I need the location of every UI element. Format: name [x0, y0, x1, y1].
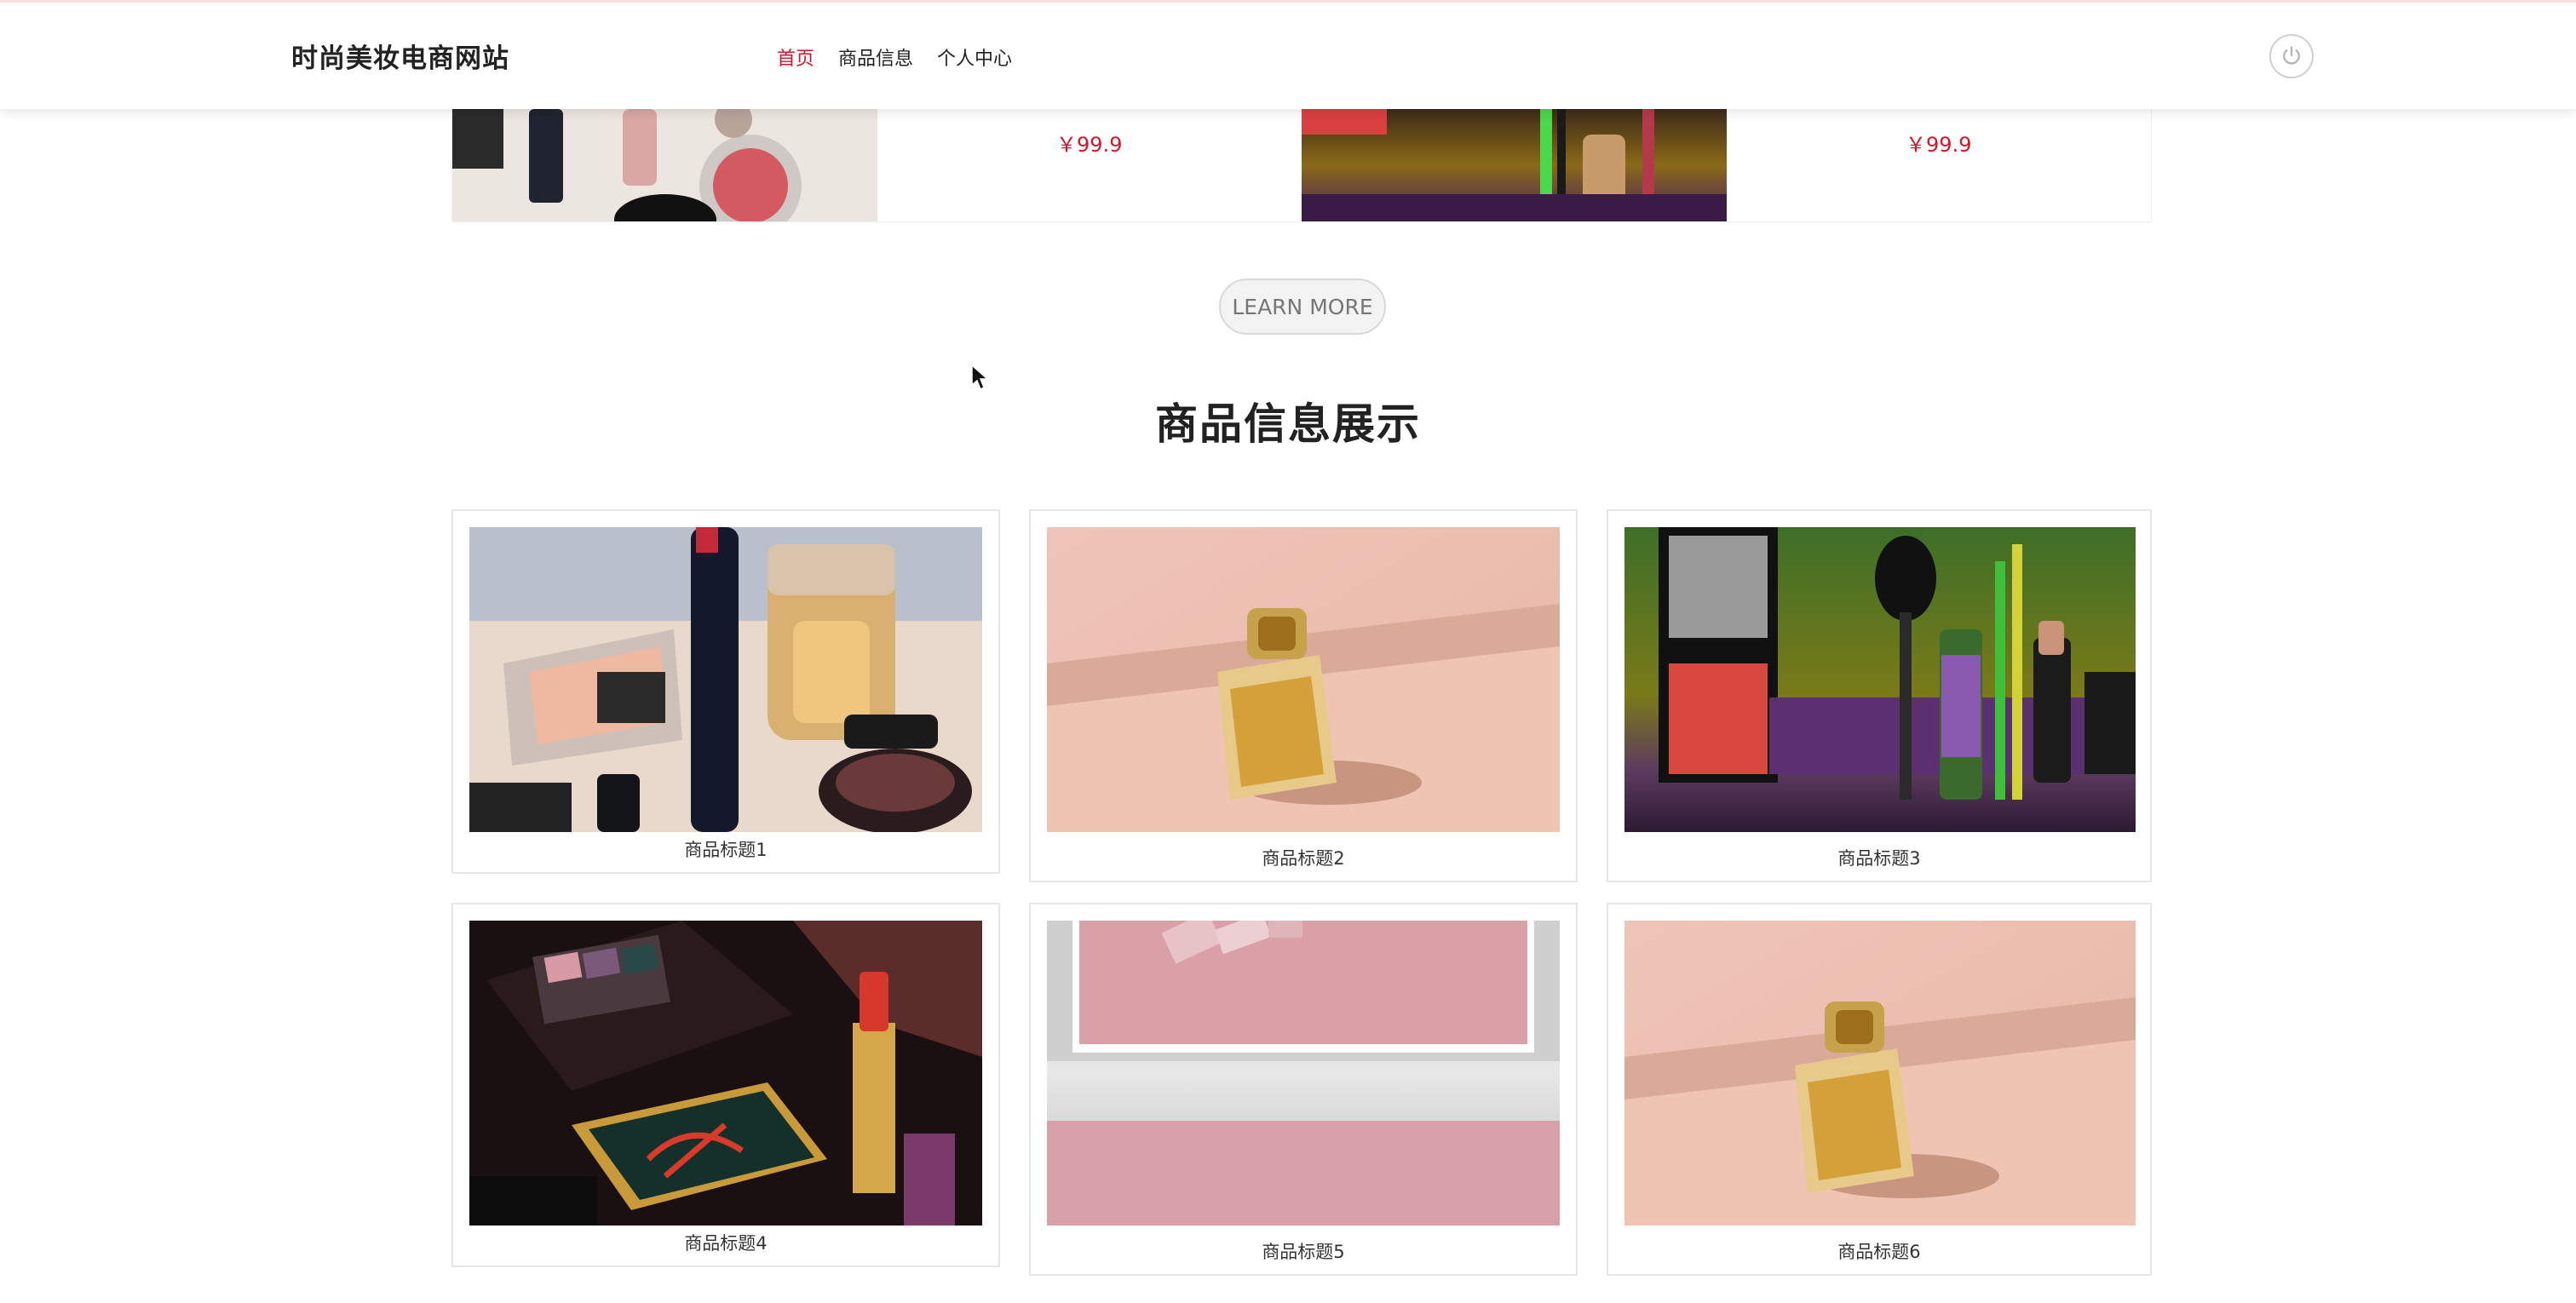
product-title: 商品标题4 — [684, 1233, 768, 1254]
nav-item-home[interactable]: 首页 — [777, 43, 814, 71]
site-title[interactable]: 时尚美妆电商网站 — [291, 37, 509, 75]
product-card-3[interactable]: 商品标题3 — [1607, 509, 2152, 882]
product-image — [469, 921, 982, 1226]
ysl-palette-lipstick-image — [469, 921, 982, 1226]
perfume-bottle-image — [1047, 527, 1560, 832]
product-title: 商品标题2 — [1262, 848, 1345, 869]
product-card-5[interactable]: 商品标题5 — [1029, 903, 1578, 1276]
cosmetics-image — [452, 109, 877, 221]
price-label: ￥99.9 — [1906, 133, 1972, 157]
page: 时尚美妆电商网站 首页 商品信息 个人中心 ￥99.9 ￥99.9 LEARN … — [0, 0, 2576, 1303]
product-card-1[interactable]: 商品标题1 — [451, 509, 1000, 874]
mouse-cursor-icon — [971, 364, 989, 391]
perfume-bottle-image — [1624, 921, 2136, 1226]
product-image — [1624, 921, 2137, 1226]
power-icon — [2283, 46, 2300, 65]
top-header: 时尚美妆电商网站 首页 商品信息 个人中心 — [0, 0, 2576, 109]
strip-image-2[interactable] — [1302, 109, 1727, 221]
learn-more-button[interactable]: LEARN MORE — [1219, 278, 1386, 335]
product-title: 商品标题3 — [1837, 848, 1921, 869]
blush-and-brushes-image — [1624, 527, 2136, 832]
cosmetics-flatlay-image — [469, 527, 982, 832]
strip-price-cell-2: ￥99.9 — [1727, 109, 2152, 221]
strip-price-cell-1: ￥99.9 — [877, 109, 1302, 221]
product-card-6[interactable]: 商品标题6 — [1607, 903, 2152, 1276]
product-image — [469, 527, 982, 832]
nav-item-products[interactable]: 商品信息 — [838, 43, 913, 71]
pink-lipsticks-image — [1047, 921, 1560, 1226]
logout-button[interactable] — [2269, 34, 2314, 78]
product-image — [1047, 527, 1560, 832]
main-nav: 首页 商品信息 个人中心 — [777, 43, 1012, 71]
product-title: 商品标题1 — [684, 840, 768, 860]
product-image — [1624, 527, 2137, 832]
product-image — [1047, 921, 1560, 1226]
product-card-2[interactable]: 商品标题2 — [1029, 509, 1578, 882]
nav-item-profile[interactable]: 个人中心 — [937, 43, 1012, 71]
section-title: 商品信息展示 — [1155, 399, 1421, 449]
strip-image-1[interactable] — [452, 109, 877, 221]
product-card-4[interactable]: 商品标题4 — [451, 903, 1000, 1267]
product-strip: ￥99.9 ￥99.9 — [451, 109, 2152, 222]
product-title: 商品标题6 — [1837, 1242, 1921, 1262]
product-title: 商品标题5 — [1262, 1242, 1345, 1262]
cosmetics-image — [1302, 109, 1727, 221]
price-label: ￥99.9 — [1056, 133, 1123, 157]
